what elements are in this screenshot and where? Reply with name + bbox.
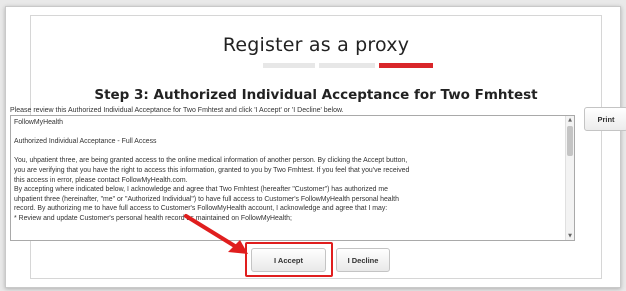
- scroll-thumb[interactable]: [567, 126, 573, 156]
- step-2-bar: [319, 63, 375, 68]
- document-scrollbar[interactable]: ▲ ▼: [565, 116, 574, 240]
- document-line: this access in error, please contact Fol…: [14, 176, 188, 184]
- document-line: * Review and update Customer's personal …: [14, 214, 292, 222]
- acceptance-document-text: FollowMyHealth Authorized Individual Acc…: [11, 116, 569, 226]
- decline-button[interactable]: I Decline: [336, 248, 390, 272]
- accept-button[interactable]: I Accept: [251, 248, 326, 272]
- step-1-bar: [263, 63, 315, 68]
- step-progress-indicator: [263, 63, 433, 69]
- registration-card: Register as a proxy Step 3: Authorized I…: [5, 6, 626, 288]
- document-line: You, uhpatient three, are being granted …: [14, 157, 408, 165]
- document-line: By accepting where indicated below, I ac…: [14, 186, 388, 194]
- document-line: Authorized Individual Acceptance - Full …: [14, 138, 157, 146]
- scroll-up-arrow-icon[interactable]: ▲: [566, 116, 574, 124]
- red-arrow-icon: [184, 214, 248, 254]
- arrow-shaft: [184, 214, 240, 250]
- acceptance-document-box[interactable]: FollowMyHealth Authorized Individual Acc…: [10, 115, 575, 241]
- document-line: FollowMyHealth: [14, 119, 64, 126]
- scroll-down-arrow-icon[interactable]: ▼: [566, 232, 574, 240]
- document-line: uhpatient three (hereinafter, "me" or "A…: [14, 195, 399, 203]
- instructions-text: Please review this Authorized Individual…: [10, 107, 344, 114]
- document-spacer: [14, 128, 566, 138]
- document-line: you are verifying that you have the righ…: [14, 166, 410, 174]
- document-spacer: [14, 147, 566, 157]
- step-3-bar: [379, 63, 433, 68]
- page-title: Register as a proxy: [222, 34, 410, 56]
- print-button[interactable]: Print: [584, 107, 626, 131]
- step-heading: Step 3: Authorized Individual Acceptance…: [94, 87, 538, 103]
- document-line: record. By authorizing me to have full a…: [14, 205, 388, 213]
